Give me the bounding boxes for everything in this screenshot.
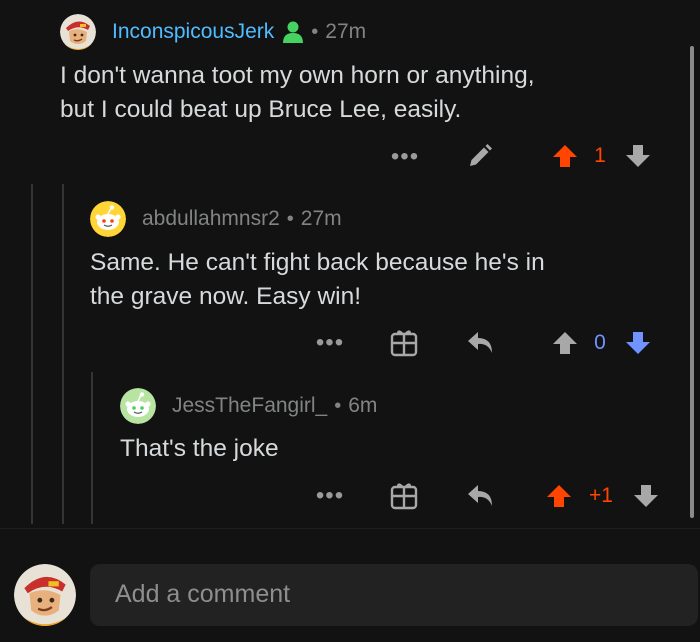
timestamp: 6m	[348, 394, 378, 417]
award-gift-icon[interactable]	[389, 328, 419, 358]
thread-line[interactable]	[62, 184, 64, 524]
comment-body: I don't wanna toot my own horn or anythi…	[60, 59, 535, 127]
upvote-arrow-icon[interactable]	[545, 482, 573, 510]
username[interactable]: JessTheFangirl_	[172, 394, 327, 418]
vote-count: 1	[594, 144, 606, 167]
avatar[interactable]	[90, 201, 126, 237]
separator-dot: •	[334, 394, 342, 417]
comment-text-line: I don't wanna toot my own horn or anythi…	[60, 62, 535, 89]
comment-header: JessTheFangirl_ • 6m	[120, 388, 377, 424]
comment-header: InconspicousJerk • 27m	[60, 14, 366, 50]
award-gift-icon[interactable]	[389, 481, 419, 511]
avatar[interactable]	[60, 14, 96, 50]
vote-count: +1	[589, 484, 613, 507]
separator-dot: •	[311, 20, 319, 43]
comment-text-line: Same. He can't fight back because he's i…	[90, 249, 545, 276]
more-options-button[interactable]: •••	[314, 484, 346, 508]
timestamp: 27m	[300, 207, 342, 230]
vote-count: 0	[594, 331, 606, 354]
edit-pencil-icon[interactable]	[466, 142, 494, 170]
comment-composer: Add a comment	[0, 528, 700, 642]
downvote-arrow-icon[interactable]	[632, 482, 660, 510]
comment-text-line: but I could beat up Bruce Lee, easily.	[60, 96, 462, 123]
more-options-button[interactable]: •••	[389, 145, 421, 169]
op-person-icon	[282, 20, 304, 44]
separator-dot: •	[286, 207, 294, 230]
avatar[interactable]	[120, 388, 156, 424]
reply-arrow-icon[interactable]	[466, 482, 496, 510]
upvote-arrow-icon[interactable]	[551, 142, 579, 170]
comment-body: That's the joke	[120, 432, 279, 466]
comment-text-line: That's the joke	[120, 435, 279, 462]
add-comment-input[interactable]: Add a comment	[90, 564, 698, 626]
username[interactable]: abdullahmnsr2	[142, 207, 280, 231]
reply-arrow-icon[interactable]	[466, 329, 496, 357]
comment-text-line: the grave now. Easy win!	[90, 283, 362, 310]
comment-thread: InconspicousJerk • 27m I don't wanna too…	[0, 0, 700, 528]
downvote-arrow-icon[interactable]	[624, 142, 652, 170]
more-options-button[interactable]: •••	[314, 331, 346, 355]
thread-line[interactable]	[91, 372, 93, 524]
scrollbar[interactable]	[690, 46, 694, 518]
upvote-arrow-icon[interactable]	[551, 329, 579, 357]
downvote-arrow-icon[interactable]	[624, 329, 652, 357]
comment-body: Same. He can't fight back because he's i…	[90, 246, 545, 314]
timestamp: 27m	[325, 20, 367, 43]
username[interactable]: InconspicousJerk	[112, 20, 274, 44]
add-comment-placeholder: Add a comment	[115, 580, 291, 608]
comment-header: abdullahmnsr2 • 27m	[90, 201, 342, 237]
thread-line[interactable]	[31, 184, 33, 524]
avatar[interactable]	[14, 564, 76, 626]
